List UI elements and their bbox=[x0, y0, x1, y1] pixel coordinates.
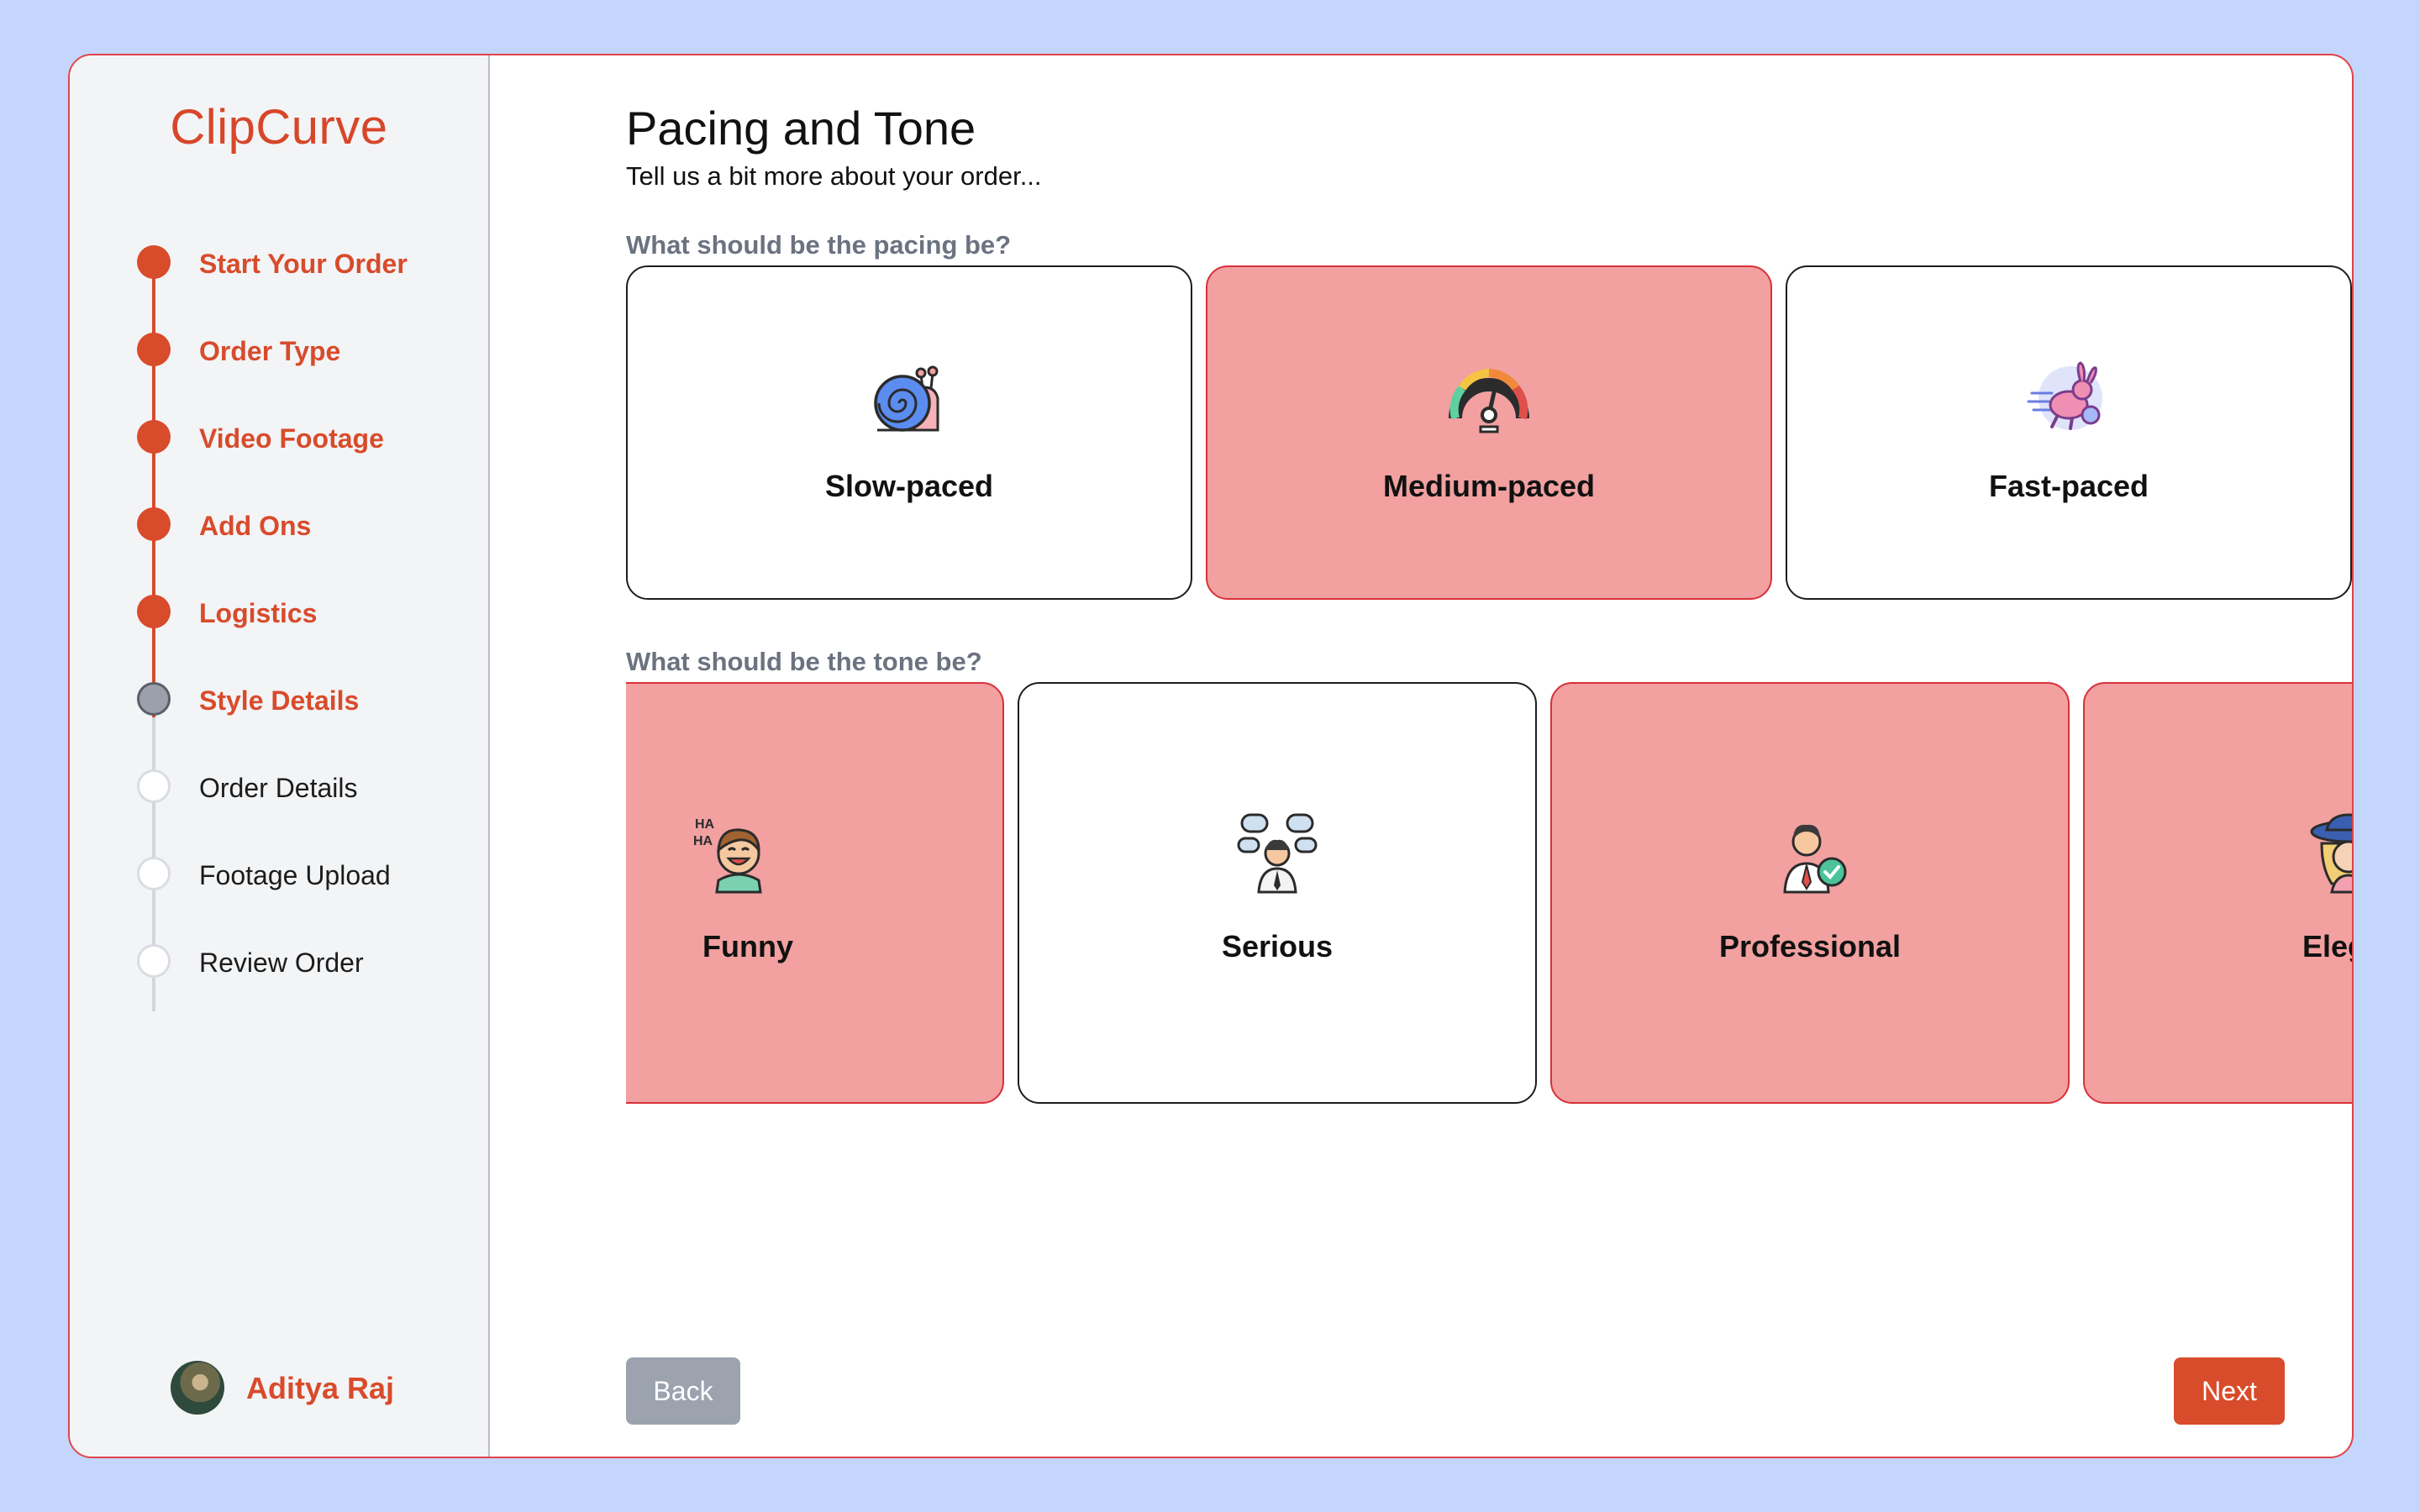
option-label: Professional bbox=[1718, 929, 1902, 963]
step-logistics[interactable]: Logistics bbox=[137, 595, 473, 632]
speedometer-icon bbox=[1449, 369, 1529, 433]
step-upcoming-dot bbox=[137, 769, 171, 803]
step-upcoming-dot bbox=[137, 944, 171, 978]
step-current-dot bbox=[137, 682, 171, 716]
option-label: Elega bbox=[2302, 929, 2352, 963]
step-label: Review Order bbox=[199, 948, 364, 978]
step-order-type[interactable]: Order Type bbox=[137, 333, 473, 370]
step-label: Order Type bbox=[199, 336, 341, 366]
step-review-order[interactable]: Review Order bbox=[137, 944, 473, 981]
step-complete-dot bbox=[137, 507, 171, 541]
pacing-question: What should be the pacing be? bbox=[626, 230, 1012, 260]
businessman-icon bbox=[1783, 824, 1847, 894]
tone-option-professional[interactable]: Professional bbox=[1550, 682, 2070, 1104]
step-style-details[interactable]: Style Details bbox=[137, 682, 473, 719]
page-subtitle: Tell us a bit more about your order... bbox=[626, 161, 1042, 191]
step-label: Start Your Order bbox=[199, 249, 408, 279]
option-label: Medium-paced bbox=[1382, 469, 1596, 503]
svg-text:HA: HA bbox=[695, 817, 715, 832]
thinking-person-icon bbox=[1237, 813, 1318, 894]
tone-option-serious[interactable]: Serious bbox=[1018, 682, 1537, 1104]
pacing-option-slow[interactable]: Slow-paced bbox=[626, 265, 1192, 600]
step-complete-dot bbox=[137, 595, 171, 628]
rabbit-icon bbox=[2027, 361, 2102, 430]
option-label: Funny bbox=[702, 929, 793, 963]
step-footage-upload[interactable]: Footage Upload bbox=[137, 857, 473, 894]
step-complete-dot bbox=[137, 420, 171, 454]
laughing-boy-icon: HA HA bbox=[693, 817, 762, 894]
progress-line-complete bbox=[152, 264, 155, 717]
tone-option-funny[interactable]: HA HA Funny bbox=[626, 682, 1004, 1104]
step-upcoming-dot bbox=[137, 857, 171, 890]
page-title: Pacing and Tone bbox=[626, 102, 976, 155]
svg-text:HA: HA bbox=[693, 834, 713, 848]
step-label: Style Details bbox=[199, 685, 360, 716]
app-window: ClipCurve Start Your Order Order Type Vi… bbox=[68, 54, 2354, 1458]
option-label: Fast-paced bbox=[1988, 469, 2149, 503]
step-start-your-order[interactable]: Start Your Order bbox=[137, 245, 473, 282]
avatar bbox=[171, 1361, 224, 1415]
pacing-option-medium[interactable]: Medium-paced bbox=[1206, 265, 1772, 600]
option-label: Slow-paced bbox=[824, 469, 994, 503]
user-name: Aditya Raj bbox=[246, 1371, 395, 1405]
step-label: Add Ons bbox=[199, 511, 312, 541]
tone-question: What should be the tone be? bbox=[626, 647, 982, 676]
step-label: Logistics bbox=[199, 598, 318, 628]
step-complete-dot bbox=[137, 245, 171, 279]
snail-icon bbox=[874, 365, 939, 432]
back-button[interactable]: Back bbox=[626, 1357, 740, 1425]
step-label: Video Footage bbox=[199, 423, 384, 454]
tone-option-elegant[interactable]: Elega bbox=[2083, 682, 2352, 1104]
pacing-option-fast[interactable]: Fast-paced bbox=[1786, 265, 2352, 600]
step-add-ons[interactable]: Add Ons bbox=[137, 507, 473, 544]
tone-carousel[interactable]: HA HA Funny Serious Professional Ele bbox=[626, 682, 2352, 1159]
step-complete-dot bbox=[137, 333, 171, 366]
brand-logo: ClipCurve bbox=[170, 100, 388, 155]
step-label: Order Details bbox=[199, 773, 358, 803]
option-label: Serious bbox=[1221, 929, 1334, 963]
main-content: Pacing and Tone Tell us a bit more about… bbox=[490, 55, 2352, 1457]
sidebar: ClipCurve Start Your Order Order Type Vi… bbox=[70, 55, 490, 1457]
step-video-footage[interactable]: Video Footage bbox=[137, 420, 473, 457]
step-label: Footage Upload bbox=[199, 860, 391, 890]
step-order-details[interactable]: Order Details bbox=[137, 769, 473, 806]
elegant-lady-icon bbox=[2310, 813, 2352, 894]
next-button[interactable]: Next bbox=[2174, 1357, 2285, 1425]
